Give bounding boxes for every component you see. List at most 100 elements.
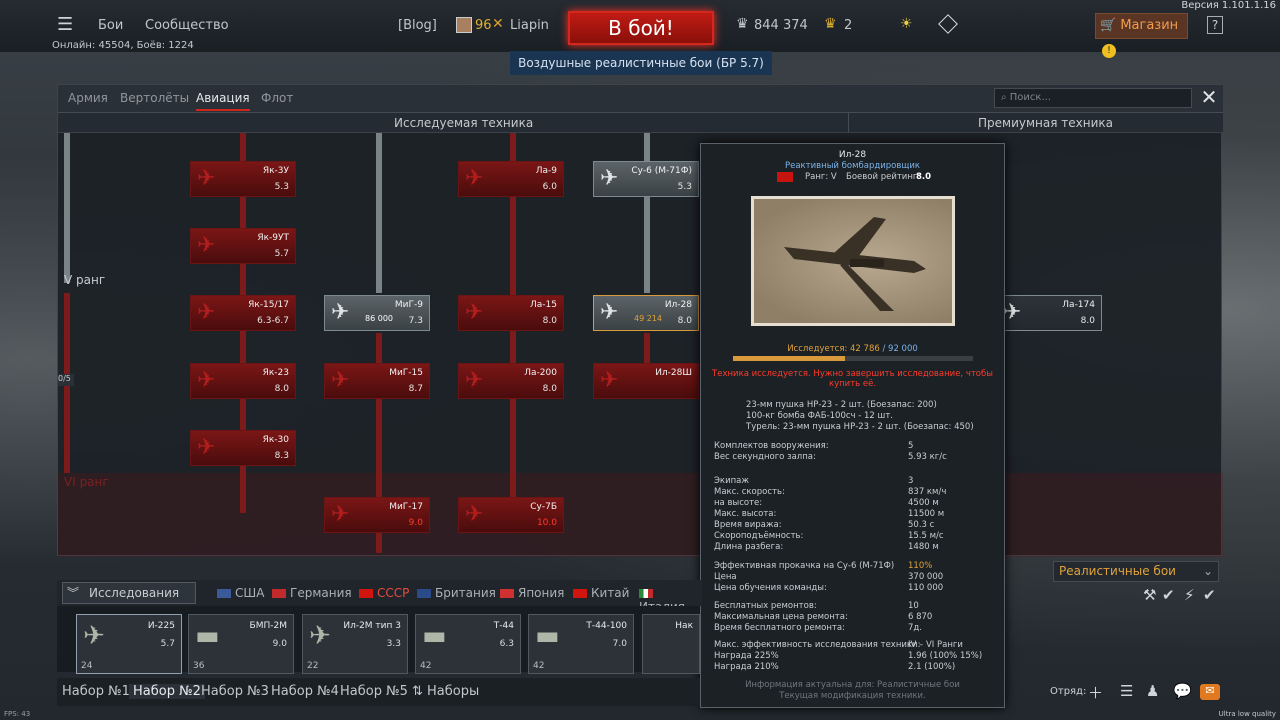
nation-britain[interactable]: Британия [417, 586, 496, 600]
tab-helicopters[interactable]: Вертолёты [120, 91, 189, 105]
tree-unit-la174[interactable]: ✈ Ла-174 8.0 [996, 295, 1102, 331]
crew-slot-1[interactable]: ✈ И-225 5.7 24 [76, 614, 182, 674]
vehicle-photo [751, 196, 955, 326]
tree-unit-yak3u[interactable]: ✈ Як-3У 5.3 [190, 161, 296, 197]
check-all-icon[interactable]: ✔ [1203, 586, 1216, 604]
stat-key: Макс. эффективность исследования техники… [714, 640, 921, 650]
nation-ussr[interactable]: СССР [359, 586, 409, 600]
help-button[interactable]: ? [1207, 16, 1223, 34]
stat-value: 110 000 [908, 583, 944, 593]
top-bar: ☰ Бои Сообщество [Blog] 96 ✕ Liapin В бо… [0, 0, 1280, 58]
game-mode-select[interactable]: Реалистичные бои ⌄ [1053, 561, 1219, 582]
preset-3[interactable]: Набор №3 [201, 684, 269, 699]
stat-key: на высоте: [714, 498, 763, 508]
lightbulb-icon[interactable]: ☀ [900, 16, 913, 32]
repair-all-icon[interactable]: ⚡ [1184, 586, 1195, 604]
chevron-down-icon: ⌄ [1202, 564, 1213, 578]
tree-unit-la200[interactable]: ✈ Ла-200 8.0 [458, 363, 564, 399]
crew-slot-3[interactable]: ✈ Ил-2М тип 3 3.3 22 [302, 614, 408, 674]
research-tree-window: Армия Вертолёты Авиация Флот ⌕ Поиск... … [57, 84, 1223, 557]
tree-unit-mig17[interactable]: ✈ МиГ-17 9.0 [324, 497, 430, 533]
tooltip-title: Ил-28 [838, 150, 867, 160]
tech-tree: V ранг VI ранг 0/5 ✈ Як-3У 5.3 ✈ Як-9УТ 5.7 … [58, 133, 1223, 557]
version-label: Версия 1.101.1.16 [1181, 0, 1276, 11]
menu-icon[interactable]: ☰ [57, 14, 73, 35]
stat-key: Время бесплатного ремонта: [714, 623, 845, 633]
avatar[interactable] [456, 17, 472, 33]
nation-japan[interactable]: Япония [500, 586, 564, 600]
stat-value: 837 км/ч [908, 487, 947, 497]
mail-icon[interactable]: ✉ [1200, 684, 1220, 700]
tooltip-rank: Ранг: V [805, 172, 837, 182]
add-squad-icon[interactable]: ＋ [1088, 682, 1103, 703]
check-icon[interactable]: ✔ [1162, 586, 1175, 604]
tree-unit-yak23[interactable]: ✈ Як-23 8.0 [190, 363, 296, 399]
stat-value: IV – VI Ранги [908, 640, 963, 650]
research-tab[interactable]: ︾ Исследования [62, 582, 196, 604]
friends-icon[interactable]: ♟ [1146, 682, 1159, 700]
chevron-icon: ︾ [67, 586, 80, 600]
tree-unit-su6[interactable]: ✈ Су-6 (М-71Ф) 5.3 [593, 161, 699, 197]
tree-unit-yak15[interactable]: ✈ Як-15/17 6.3-6.7 [190, 295, 296, 331]
stat-value: 7д. [908, 623, 922, 633]
chat-icon[interactable]: 💬 [1173, 682, 1192, 700]
tree-unit-mig15[interactable]: ✈ МиГ-15 8.7 [324, 363, 430, 399]
tree-unit-il28sh[interactable]: ✈ Ил-28Ш [593, 363, 699, 399]
stat-key: Бесплатных ремонтов: [714, 601, 817, 611]
progress-counter: 0/5 [58, 374, 74, 386]
blog-link[interactable]: [Blog] [398, 18, 437, 33]
search-icon: ⌕ [1001, 92, 1010, 103]
search-input[interactable]: ⌕ Поиск... [994, 88, 1192, 108]
tree-unit-mig9[interactable]: ✈ МиГ-9 7.3 86 000 [324, 295, 430, 331]
preset-5[interactable]: Набор №5 [340, 684, 408, 699]
tree-unit-su7b[interactable]: ✈ Су-7Б 10.0 [458, 497, 564, 533]
to-battle-button[interactable]: В бой! [568, 11, 714, 45]
wrench-icon[interactable]: ⚒ [1143, 586, 1156, 604]
stat-key: Награда 225% [714, 651, 779, 661]
golden-eagles-icon: ♛ [824, 16, 837, 32]
nation-china[interactable]: Китай [573, 586, 629, 600]
preset-2[interactable]: Набор №2 [129, 684, 205, 699]
crew-slot-6[interactable]: Нак [642, 614, 700, 674]
tree-unit-la15[interactable]: ✈ Ла-15 8.0 [458, 295, 564, 331]
stat-key: Эффективная прокачка на Су-6 (М-71Ф) [714, 561, 895, 571]
game-mode-banner[interactable]: Воздушные реалистичные бои (БР 5.7) [510, 51, 772, 75]
stat-key: Цена [714, 572, 737, 582]
tree-unit-il28[interactable]: ✈ Ил-28 8.0 49 214 [593, 295, 699, 331]
close-icon[interactable]: ✕ [1200, 87, 1218, 107]
preset-4[interactable]: Набор №4 [271, 684, 339, 699]
tree-unit-yak30[interactable]: ✈ Як-30 8.3 [190, 430, 296, 466]
stat-value: 2.1 (100%) [908, 662, 956, 672]
silver-lions-icon: ♛ [736, 16, 749, 32]
tab-fleet[interactable]: Флот [261, 91, 293, 105]
tree-unit-la9[interactable]: ✈ Ла-9 6.0 [458, 161, 564, 197]
stat-key: Максимальная цена ремонта: [714, 612, 848, 622]
silver-lions-count: 844 374 [754, 18, 808, 33]
crew-slot-2[interactable]: ▬ БМП-2М 9.0 36 [188, 614, 294, 674]
rank5-label: V ранг [64, 273, 106, 287]
shop-button[interactable]: 🛒 Магазин ! [1095, 13, 1188, 58]
preset-1[interactable]: Набор №1 [62, 684, 130, 699]
stat-value: 10 [908, 601, 919, 611]
tab-aviation[interactable]: Авиация [196, 91, 250, 111]
premium-diamond-icon[interactable] [938, 14, 958, 34]
research-warning: Техника исследуется. Нужно завершить исс… [712, 369, 993, 389]
crew-slot-4[interactable]: ▬ Т-44 6.3 42 [415, 614, 521, 674]
stat-value: 50.3 с [908, 520, 935, 530]
list-icon[interactable]: ☰ [1120, 682, 1133, 700]
crew-slot-5[interactable]: ▬ Т-44-100 7.0 42 [528, 614, 634, 674]
community-menu[interactable]: Сообщество [145, 18, 229, 33]
tab-army[interactable]: Армия [68, 91, 108, 105]
stat-key: Макс. высота: [714, 509, 777, 519]
column-header: Исследуемая техника Премиумная техника [58, 113, 1223, 133]
shop-label: Магазин [1120, 18, 1179, 33]
nation-germany[interactable]: Германия [272, 586, 352, 600]
presets-menu[interactable]: ⇅ Наборы [412, 684, 479, 699]
tree-unit-yak9ut[interactable]: ✈ Як-9УТ 5.7 [190, 228, 296, 264]
tab-bar: Армия Вертолёты Авиация Флот ⌕ Поиск... … [58, 85, 1223, 113]
battles-menu[interactable]: Бои [98, 18, 123, 33]
nation-usa[interactable]: США [217, 586, 264, 600]
player-name[interactable]: Liapin [510, 18, 549, 33]
research-progress-label: Исследуется: 42 786 / 92 000 [787, 344, 918, 354]
stat-key: Длина разбега: [714, 542, 784, 552]
